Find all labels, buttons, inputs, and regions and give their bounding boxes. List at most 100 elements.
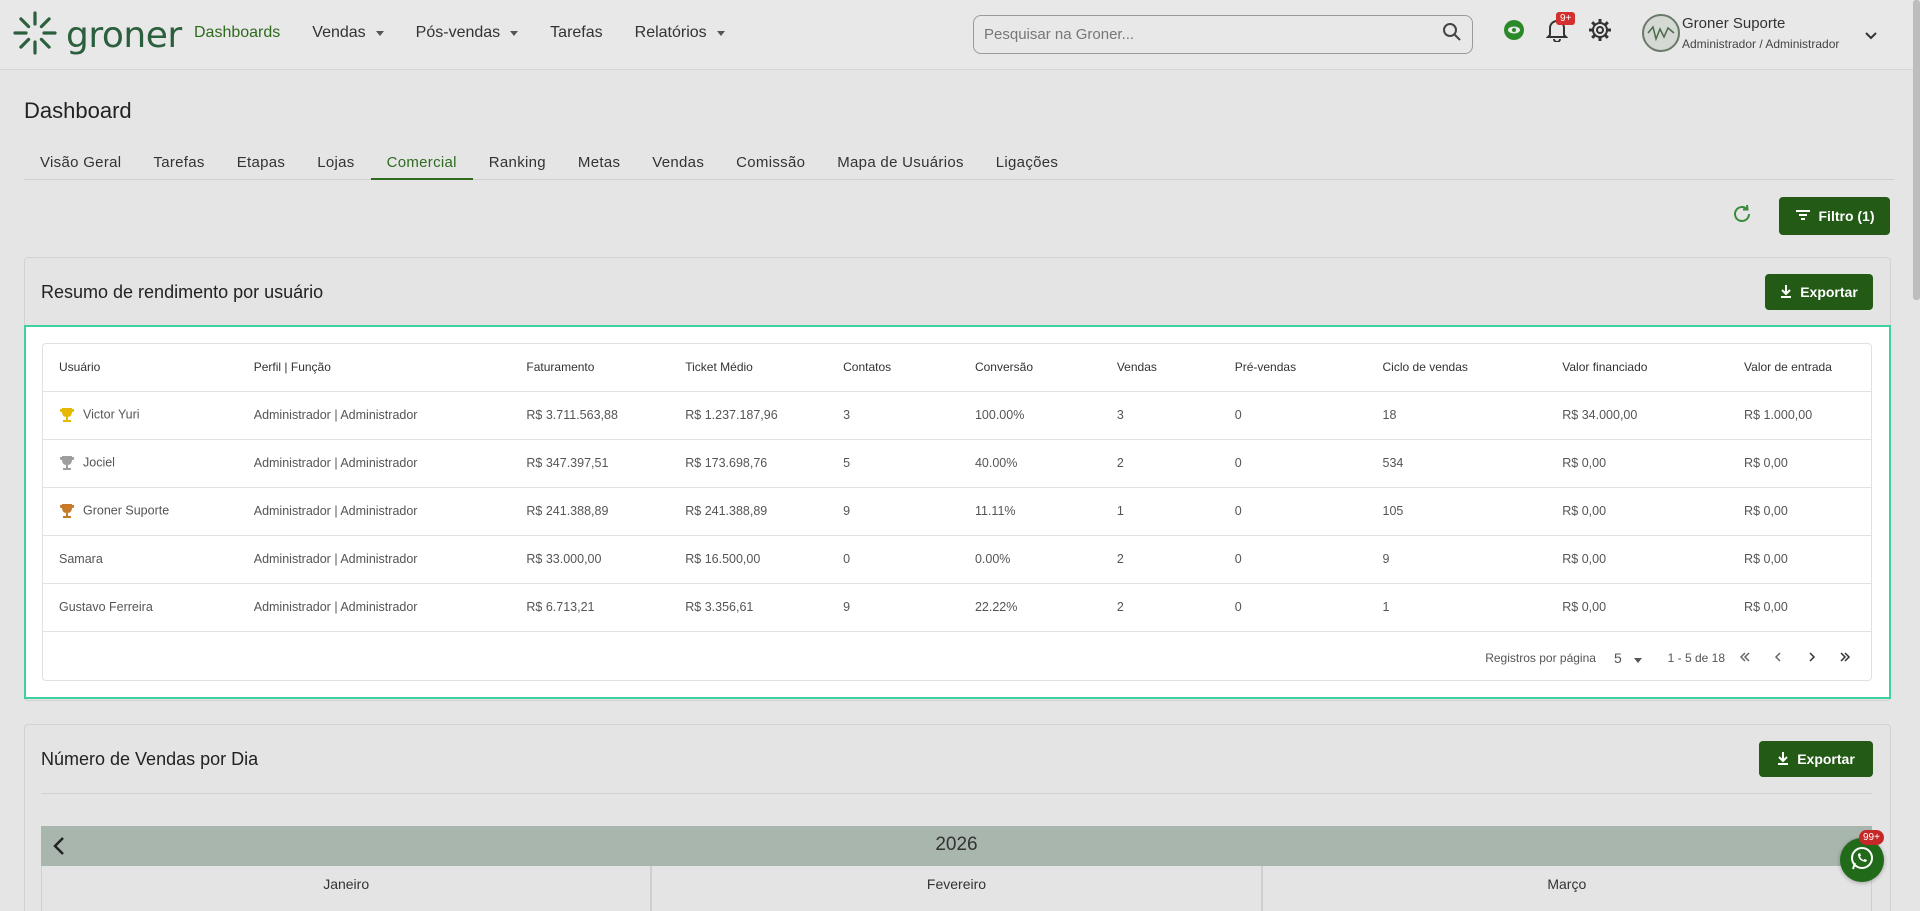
column-header[interactable]: Perfil | Função — [237, 344, 511, 392]
tab-1[interactable]: Tarefas — [137, 146, 220, 180]
gear-icon[interactable] — [1588, 18, 1612, 47]
table-cell-financed: R$ 0,00 — [1546, 487, 1729, 536]
table-row[interactable]: Samara Administrador | Administrador R$ 33… — [43, 535, 1871, 584]
table-cell-ticket: R$ 173.698,76 — [669, 439, 828, 488]
nav-item-2[interactable]: Pós-vendas — [416, 24, 519, 42]
cell-text: R$ 0,00 — [1744, 456, 1788, 470]
nav-item-0[interactable]: Dashboards — [194, 24, 280, 42]
summary-table: Usuário Perfil | Função Faturamento Ticket … — [43, 344, 1871, 632]
table-row[interactable]: Victor Yuri Administrador | Administrador… — [43, 391, 1871, 440]
search-input[interactable] — [984, 26, 1442, 43]
cell-text: 9 — [843, 504, 851, 518]
table-cell-user: Gustavo Ferreira — [43, 583, 238, 632]
cell-text: R$ 3.711.563,88 — [526, 408, 618, 422]
prev-page-icon[interactable] — [1773, 651, 1783, 666]
cell-text: 0 — [843, 552, 851, 566]
cell-text: R$ 347.397,51 — [526, 456, 609, 470]
table-cell-profile: Administrador | Administrador — [237, 391, 511, 440]
search-box[interactable] — [973, 15, 1473, 54]
cell-text: R$ 173.698,76 — [685, 456, 768, 470]
summary-export-button[interactable]: Exportar — [1765, 274, 1873, 310]
export-label: Exportar — [1797, 751, 1855, 767]
table-cell-revenue: R$ 3.711.563,88 — [510, 391, 670, 440]
cell-text: R$ 0,00 — [1562, 504, 1607, 518]
groner-logo[interactable]: groner — [12, 10, 182, 61]
avatar — [1642, 14, 1680, 52]
tab-5[interactable]: Ranking — [473, 146, 562, 180]
month-column: Março — [1261, 866, 1872, 911]
nav-item-3[interactable]: Tarefas — [550, 24, 602, 42]
trophy-silver-icon — [60, 456, 74, 470]
cell-text: 0 — [1234, 552, 1242, 566]
nav-item-4[interactable]: Relatórios — [635, 24, 725, 42]
page-size-value: 5 — [1613, 650, 1622, 666]
table-cell-presales: 0 — [1218, 583, 1367, 632]
sales-export-button[interactable]: Exportar — [1759, 741, 1873, 777]
cell-text: R$ 3.356,61 — [685, 600, 754, 614]
main-nav: Dashboards Vendas Pós-vendas Tarefas Relatór… — [194, 24, 757, 42]
dashboard-tabs: Visão Geral Tarefas Etapas Lojas Comercial Ra… — [24, 146, 1894, 180]
nav-item-label: Pós-vendas — [415, 24, 501, 41]
table-row[interactable]: Jociel Administrador | Administrador R$ 34… — [43, 439, 1871, 488]
cell-text: Victor Yuri — [83, 407, 140, 422]
summary-table-container: Usuário Perfil | Função Faturamento Ticket … — [42, 343, 1872, 681]
eye-toggle-icon[interactable] — [1502, 18, 1526, 47]
cell-text: Samara — [59, 552, 103, 566]
tab-0[interactable]: Visão Geral — [24, 146, 137, 180]
table-cell-contacts: 9 — [827, 583, 959, 632]
column-header[interactable]: Faturamento — [510, 344, 670, 392]
column-header[interactable]: Pré-vendas — [1218, 344, 1367, 392]
table-cell-cycle: 1 — [1366, 583, 1547, 632]
column-header[interactable]: Contatos — [827, 344, 959, 392]
filter-button[interactable]: Filtro (1) — [1779, 197, 1890, 235]
cell-text: Administrador | Administrador — [253, 456, 418, 470]
table-cell-ticket: R$ 16.500,00 — [669, 535, 828, 584]
table-cell-entry: R$ 0,00 — [1728, 439, 1871, 488]
tab-10[interactable]: Ligações — [980, 146, 1074, 180]
first-page-icon[interactable] — [1739, 651, 1751, 666]
last-page-icon[interactable] — [1839, 651, 1851, 666]
column-header[interactable]: Ciclo de vendas — [1366, 344, 1547, 392]
tab-7[interactable]: Vendas — [636, 146, 720, 180]
column-header[interactable]: Usuário — [43, 344, 238, 392]
nav-item-label: Dashboards — [194, 24, 281, 41]
cell-text: 1 — [1382, 600, 1390, 614]
column-header[interactable]: Conversão — [958, 344, 1101, 392]
column-header[interactable]: Vendas — [1100, 344, 1219, 392]
table-header-row: Usuário Perfil | Função Faturamento Ticket … — [43, 344, 1871, 392]
chevron-down-icon[interactable] — [1864, 28, 1878, 46]
table-row[interactable]: Groner Suporte Administrador | Administra… — [43, 487, 1871, 536]
user-role: Administrador / Administrador — [1682, 37, 1840, 51]
next-page-icon[interactable] — [1807, 651, 1817, 666]
tab-9[interactable]: Mapa de Usuários — [821, 146, 980, 180]
table-cell-entry: R$ 0,00 — [1728, 487, 1871, 536]
page-size-select[interactable]: 5 — [1614, 650, 1642, 666]
nav-item-1[interactable]: Vendas — [312, 24, 384, 42]
user-menu[interactable]: Groner Suporte Administrador / Administr… — [1642, 14, 1877, 52]
filter-icon — [1795, 208, 1811, 224]
nav-item-label: Vendas — [312, 24, 366, 41]
table-cell-conversion: 40.00% — [958, 439, 1101, 488]
month-column: Janeiro — [41, 866, 652, 911]
tab-8[interactable]: Comissão — [720, 146, 821, 180]
cell-text: R$ 0,00 — [1562, 456, 1607, 470]
search-icon[interactable] — [1442, 22, 1462, 47]
cell-text: 40.00% — [974, 456, 1018, 470]
cell-text: Jociel — [83, 455, 115, 470]
page-scrollbar[interactable] — [1913, 0, 1920, 300]
notifications-button[interactable]: 9+ — [1545, 12, 1576, 47]
cell-text: R$ 0,00 — [1744, 552, 1788, 566]
table-cell-ticket: R$ 3.356,61 — [669, 583, 828, 632]
column-header[interactable]: Ticket Médio — [669, 344, 828, 392]
column-header[interactable]: Valor financiado — [1546, 344, 1729, 392]
refresh-icon[interactable] — [1731, 203, 1753, 230]
table-cell-financed: R$ 0,00 — [1546, 439, 1729, 488]
tab-6[interactable]: Metas — [562, 146, 636, 180]
cell-text: R$ 241.388,89 — [526, 504, 609, 518]
page-range: 1 - 5 de 18 — [1667, 651, 1725, 665]
tab-3[interactable]: Lojas — [301, 146, 370, 180]
table-row[interactable]: Gustavo Ferreira Administrador | Administ… — [43, 583, 1871, 632]
column-header[interactable]: Valor de entrada — [1728, 344, 1871, 392]
tab-4[interactable]: Comercial — [370, 146, 473, 180]
tab-2[interactable]: Etapas — [221, 146, 302, 180]
